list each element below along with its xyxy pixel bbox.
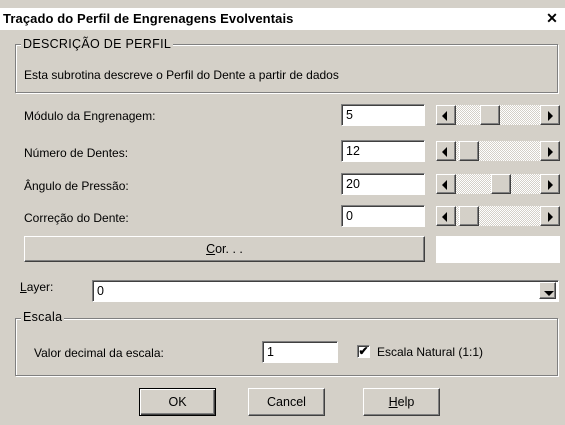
color-swatch[interactable] bbox=[436, 236, 560, 263]
layer-select-value: 0 bbox=[97, 284, 104, 298]
close-icon[interactable]: ✕ bbox=[545, 10, 559, 26]
help-button-mnemonic: H bbox=[388, 395, 398, 409]
layer-label-mnemonic: L bbox=[20, 280, 27, 294]
profile-description-caption: DESCRIÇÃO DE PERFIL bbox=[21, 37, 174, 51]
check-icon: ✔ bbox=[358, 344, 369, 358]
module-slider[interactable] bbox=[436, 105, 560, 125]
teeth-slider[interactable] bbox=[436, 141, 560, 161]
scale-decimal-input[interactable]: 1 bbox=[262, 341, 338, 363]
help-button-label: elp bbox=[397, 395, 415, 409]
profile-description-text: Esta subrotina descreve o Perfil do Dent… bbox=[24, 68, 339, 82]
layer-select[interactable]: 0 bbox=[92, 280, 559, 302]
pressure-angle-input[interactable]: 20 bbox=[341, 173, 425, 195]
teeth-label: Número de Dentes: bbox=[24, 146, 129, 160]
dialog-window: Traçado do Perfil de Engrenagens Evolven… bbox=[0, 0, 565, 425]
window-title: Traçado do Perfil de Engrenagens Evolven… bbox=[3, 11, 294, 26]
scale-group-caption: Escala bbox=[21, 310, 65, 324]
scroll-left-icon[interactable] bbox=[436, 174, 456, 194]
ok-button-label: OK bbox=[168, 395, 187, 409]
slider-thumb[interactable] bbox=[459, 141, 480, 161]
scroll-right-icon[interactable] bbox=[540, 174, 560, 194]
module-label: Módulo da Engrenagem: bbox=[24, 109, 156, 123]
cancel-button[interactable]: Cancel bbox=[248, 388, 325, 416]
natural-scale-checkbox[interactable]: ✔ bbox=[357, 345, 370, 358]
scroll-left-icon[interactable] bbox=[436, 141, 456, 161]
title-bar[interactable]: Traçado do Perfil de Engrenagens Evolven… bbox=[0, 8, 565, 30]
pressure-angle-label: Ângulo de Pressão: bbox=[24, 179, 129, 193]
tooth-correction-label: Correção do Dente: bbox=[24, 211, 129, 225]
pressure-angle-slider[interactable] bbox=[436, 174, 560, 194]
scroll-left-icon[interactable] bbox=[436, 105, 456, 125]
color-button-label: or. . . bbox=[215, 242, 243, 256]
layer-label: Layer: bbox=[20, 280, 53, 294]
slider-thumb[interactable] bbox=[491, 174, 512, 194]
teeth-input[interactable]: 12 bbox=[341, 140, 425, 162]
ok-button[interactable]: OK bbox=[139, 388, 216, 416]
slider-thumb[interactable] bbox=[480, 105, 501, 125]
slider-thumb[interactable] bbox=[459, 206, 480, 226]
natural-scale-label: Escala Natural (1:1) bbox=[377, 345, 484, 359]
cancel-button-label: Cancel bbox=[267, 395, 306, 409]
scroll-right-icon[interactable] bbox=[540, 141, 560, 161]
tooth-correction-input[interactable]: 0 bbox=[341, 205, 425, 227]
help-button[interactable]: Help bbox=[363, 388, 440, 416]
tooth-correction-slider[interactable] bbox=[436, 206, 560, 226]
scale-decimal-label: Valor decimal da escala: bbox=[34, 346, 164, 360]
color-button[interactable]: Cor. . . bbox=[24, 236, 425, 262]
layer-label-rest: ayer: bbox=[26, 280, 54, 294]
scroll-right-icon[interactable] bbox=[540, 206, 560, 226]
scroll-right-icon[interactable] bbox=[540, 105, 560, 125]
color-button-mnemonic: C bbox=[206, 242, 216, 256]
dropdown-chevron-icon[interactable] bbox=[539, 282, 556, 299]
scroll-left-icon[interactable] bbox=[436, 206, 456, 226]
module-input[interactable]: 5 bbox=[341, 104, 425, 126]
